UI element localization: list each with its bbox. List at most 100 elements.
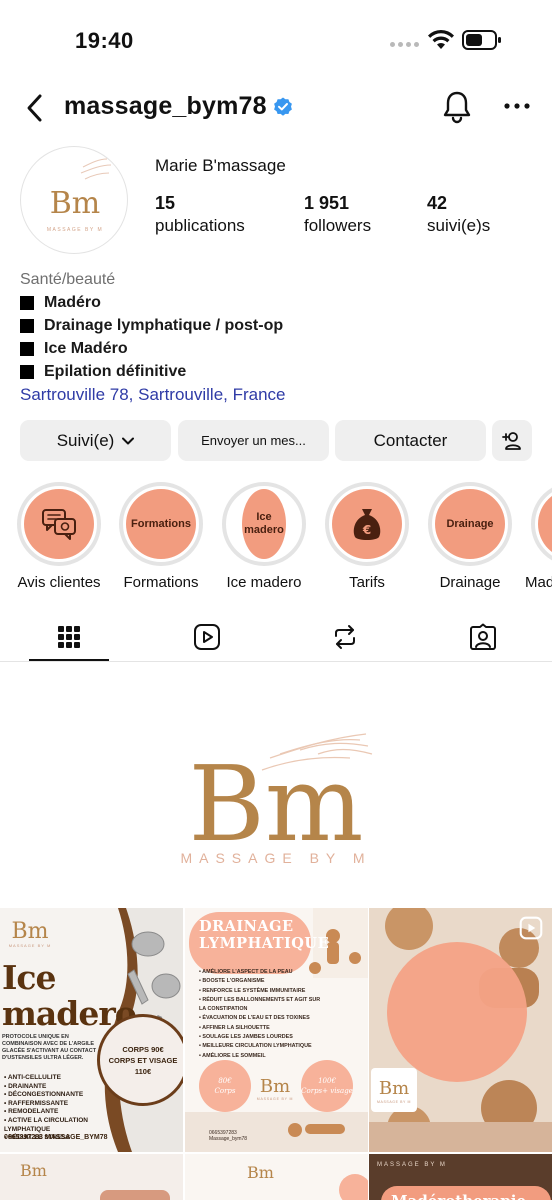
back-button[interactable] — [22, 92, 48, 124]
story-highlights: Avis clientes Formations Formations Ice … — [0, 482, 552, 592]
svg-text:Bm: Bm — [11, 919, 48, 944]
chat-review-icon — [42, 509, 76, 540]
posts-grid: Bm MASSAGE BY M Ice madero PROTOCOLE UNIQ… — [0, 908, 552, 1200]
status-time: 19:40 — [75, 28, 134, 53]
black-square-icon — [20, 341, 34, 356]
stat-value: 1 951 — [304, 193, 350, 213]
post-maderotherapie[interactable]: MASSAGE BY M Madérotherapie — [369, 1154, 552, 1200]
profile-bio: Santé/beauté Madéro Drainage lymphatique… — [20, 268, 540, 406]
highlight-ice-madero[interactable]: Ice madero Ice madero — [222, 482, 306, 591]
add-user-icon — [502, 431, 521, 450]
black-square-icon — [20, 318, 34, 333]
post-reel[interactable]: Bm MASSAGE BY M — [369, 908, 552, 1152]
profile-username: massage_bym78 — [64, 92, 267, 120]
svg-text:Bm: Bm — [260, 1076, 290, 1097]
highlight-ring — [17, 482, 101, 566]
highlight-cover — [24, 489, 94, 559]
post-brand-logo: Bm MASSAGE BY M — [9, 919, 52, 948]
money-bag-icon: € — [353, 509, 381, 540]
post-footer-contact: 0665397283 MASSAGE_BYM78 — [4, 1134, 108, 1141]
highlight-ring: € — [325, 482, 409, 566]
profile-avatar[interactable]: Bm MASSAGE BY M — [20, 146, 128, 254]
post-phone: 0665397283 Massage_bym78 — [209, 1130, 248, 1142]
tab-reposts[interactable] — [305, 614, 385, 660]
stat-followers[interactable]: 1 951 followers — [304, 192, 371, 238]
post-benefits: • AMÉLIORE L'ASPECT DE LA PEAU • BOOSTE L… — [199, 969, 321, 1059]
svg-text:€: € — [362, 523, 371, 537]
stat-following[interactable]: 42 suivi(e)s — [427, 192, 490, 238]
black-square-icon — [20, 364, 34, 379]
highlight-formations[interactable]: Formations Formations — [119, 482, 203, 591]
highlight-cover: € — [332, 489, 402, 559]
message-label: Envoyer un mes... — [201, 433, 306, 448]
highlight-ring — [531, 482, 552, 566]
stat-value: 15 — [155, 193, 176, 213]
tab-posts[interactable] — [29, 614, 109, 661]
pinned-logo-banner[interactable]: Bm MASSAGE BY M — [0, 662, 552, 908]
highlight-cover — [538, 489, 552, 559]
profile-display-name: Marie B'massage — [155, 156, 286, 175]
highlight-drainage[interactable]: Drainage Drainage — [428, 482, 512, 591]
post-title: Ice madero — [2, 958, 137, 1033]
stat-label: followers — [304, 216, 372, 235]
reels-icon — [194, 624, 220, 650]
tab-tagged[interactable] — [443, 614, 523, 660]
following-label: Suivi(e) — [56, 430, 115, 450]
stat-label: suivi(e)s — [427, 216, 491, 235]
reel-indicator-icon — [519, 916, 543, 940]
repost-icon — [335, 625, 355, 649]
post-logo-box: Bm MASSAGE BY M — [371, 1068, 417, 1112]
chevron-down-icon — [122, 437, 135, 444]
send-message-button[interactable]: Envoyer un mes... — [178, 420, 329, 461]
svg-text:Bm: Bm — [50, 186, 101, 221]
highlight-ring: Formations — [119, 482, 203, 566]
bio-line: Epilation définitive — [20, 360, 540, 383]
brand-logo: Bm MASSAGE BY M — [180, 733, 373, 866]
post-background-art: Bm — [20, 1161, 170, 1200]
highlight-madero[interactable]: Mad — [525, 482, 552, 591]
more-options-icon[interactable] — [503, 100, 531, 112]
svg-text:Bm: Bm — [247, 1163, 274, 1182]
bio-line: Ice Madéro — [20, 337, 540, 360]
suggested-users-button[interactable] — [492, 420, 532, 461]
post-item[interactable]: Bm — [185, 1154, 368, 1200]
svg-text:Bm: Bm — [188, 743, 363, 865]
highlight-avis-clientes[interactable]: Avis clientes — [17, 482, 101, 591]
contact-label: Contacter — [373, 430, 448, 450]
highlight-label: Ice madero — [226, 574, 302, 591]
notifications-bell-icon[interactable] — [441, 90, 473, 124]
price-badge: 100€ Corps+ visage — [301, 1060, 353, 1112]
post-title: DRAINAGE LYMPHATIQUE — [199, 918, 330, 952]
black-square-icon — [20, 295, 34, 310]
svg-text:MASSAGE BY M: MASSAGE BY M — [9, 943, 52, 948]
following-button[interactable]: Suivi(e) — [20, 420, 171, 461]
highlight-ring: Ice madero — [222, 482, 306, 566]
highlight-tarifs[interactable]: € Tarifs — [325, 482, 409, 591]
bio-line: Madéro — [20, 291, 540, 314]
verified-badge-icon — [273, 97, 292, 116]
contact-button[interactable]: Contacter — [335, 420, 486, 461]
stat-publications[interactable]: 15 publications — [155, 192, 245, 238]
svg-text:MASSAGE BY M: MASSAGE BY M — [47, 227, 103, 233]
wifi-icon — [428, 29, 454, 49]
stat-label: publications — [155, 216, 245, 235]
brand-logo: Bm MASSAGE BY M — [47, 158, 112, 233]
highlight-ring: Drainage — [428, 482, 512, 566]
highlight-label: Drainage — [439, 574, 501, 591]
highlight-circle — [387, 942, 527, 1082]
profile-location-link[interactable]: Sartrouville 78, Sartrouville, France — [20, 383, 540, 406]
post-title: Madérotherapie — [391, 1192, 526, 1200]
grid-icon — [58, 626, 80, 648]
highlight-label: Mad — [525, 574, 552, 591]
highlight-label: Formations — [123, 574, 199, 591]
post-ice-madero[interactable]: Bm MASSAGE BY M Ice madero PROTOCOLE UNIQ… — [0, 908, 183, 1152]
post-item[interactable]: Bm — [0, 1154, 183, 1200]
post-background-art: Bm — [247, 1163, 368, 1200]
stat-value: 42 — [427, 193, 448, 213]
svg-text:MASSAGE BY M: MASSAGE BY M — [377, 1100, 411, 1104]
tab-reels[interactable] — [167, 614, 247, 660]
post-brand-logo: Bm MASSAGE BY M — [257, 1076, 293, 1101]
highlight-label: Tarifs — [349, 574, 385, 591]
battery-icon — [462, 30, 501, 50]
post-drainage-lymphatique[interactable]: DRAINAGE LYMPHATIQUE • AMÉLIORE L'ASPECT … — [185, 908, 368, 1152]
